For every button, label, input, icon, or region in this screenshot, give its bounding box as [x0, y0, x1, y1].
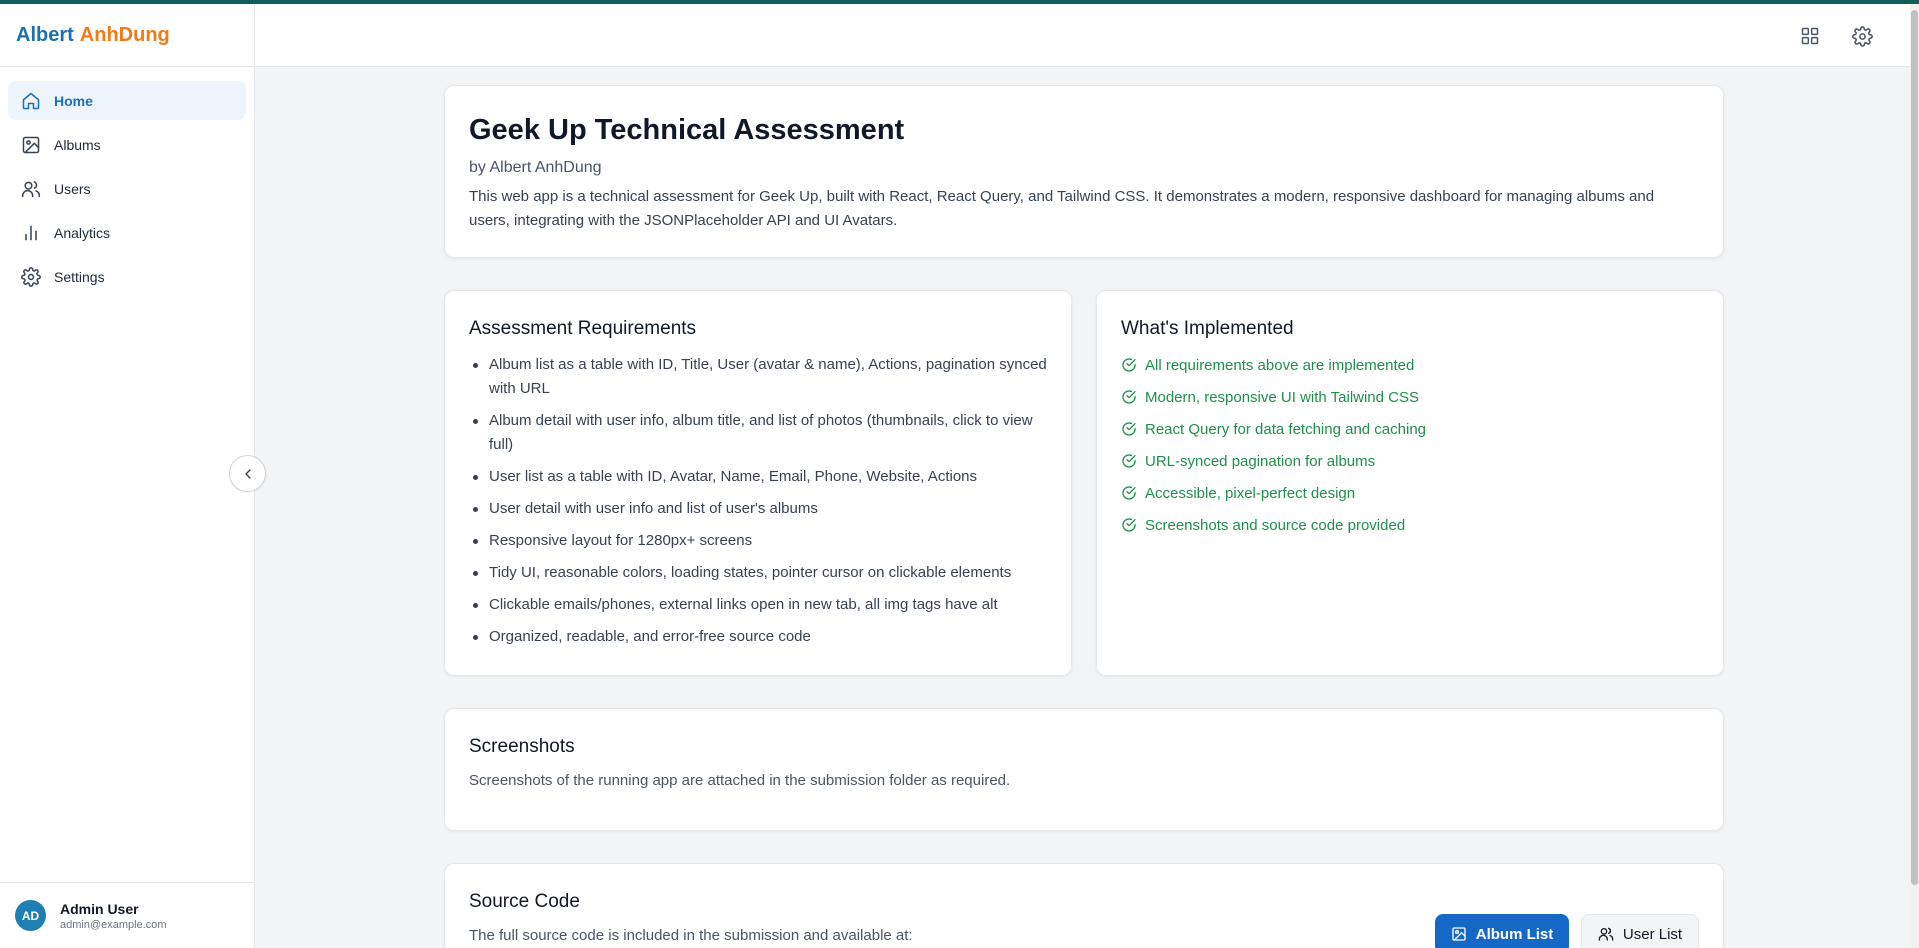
- brand-second: AnhDung: [79, 23, 170, 46]
- screenshots-card: Screenshots Screenshots of the running a…: [444, 708, 1724, 831]
- list-item-text: Modern, responsive UI with Tailwind CSS: [1145, 388, 1420, 406]
- list-item: User detail with user info and list of u…: [469, 497, 1047, 521]
- sidebar: Albert AnhDung Home Albums Users Analyti…: [0, 4, 255, 948]
- implemented-title: What's Implemented: [1121, 318, 1294, 339]
- sidebar-item-label: Home: [54, 92, 93, 109]
- sidebar-item-label: Settings: [54, 268, 105, 285]
- users-icon: [20, 178, 42, 200]
- screenshots-text: Screenshots of the running app are attac…: [469, 772, 1011, 789]
- album-list-button[interactable]: Album List: [1435, 914, 1569, 948]
- sidebar-item-users[interactable]: Users: [8, 169, 246, 208]
- requirements-title: Assessment Requirements: [469, 318, 697, 339]
- grid-icon[interactable]: [1797, 23, 1823, 49]
- check-circle-icon: [1121, 357, 1137, 373]
- list-item: Clickable emails/phones, external links …: [469, 593, 1047, 617]
- screenshots-title: Screenshots: [469, 736, 575, 757]
- user-list-label: User List: [1622, 925, 1683, 943]
- image-icon: [1451, 926, 1476, 942]
- sidebar-item-analytics[interactable]: Analytics: [8, 213, 246, 252]
- list-item: Responsive layout for 1280px+ screens: [469, 529, 1047, 553]
- collapse-sidebar-button[interactable]: [229, 455, 266, 492]
- list-item-text: Accessible, pixel-perfect design: [1145, 484, 1356, 502]
- bar-chart-icon: [20, 222, 42, 244]
- user-list-button[interactable]: User List: [1581, 914, 1699, 948]
- author-byline: by Albert AnhDung: [469, 159, 602, 176]
- implemented-card: What's Implemented All requirements abov…: [1096, 290, 1724, 676]
- sidebar-item-label: Users: [54, 180, 91, 197]
- list-item-text: URL-synced pagination for albums: [1145, 452, 1376, 470]
- intro-description: This web app is a technical assessment f…: [469, 188, 1655, 229]
- scrollbar-thumb[interactable]: [1911, 10, 1918, 885]
- sidebar-item-albums[interactable]: Albums: [8, 125, 246, 164]
- brand-first: Albert: [16, 23, 74, 46]
- list-item: Tidy UI, reasonable colors, loading stat…: [469, 561, 1047, 585]
- avatar: AD: [15, 900, 46, 931]
- list-item-text: All requirements above are implemented: [1145, 356, 1415, 374]
- check-circle-icon: [1121, 517, 1137, 533]
- list-item: URL-synced pagination for albums: [1121, 450, 1699, 472]
- sidebar-item-home[interactable]: Home: [8, 81, 246, 120]
- list-item: React Query for data fetching and cachin…: [1121, 418, 1699, 440]
- brand-logo[interactable]: Albert AnhDung: [0, 4, 254, 67]
- image-icon: [20, 134, 42, 156]
- user-email: admin@example.com: [60, 918, 167, 931]
- user-name: Admin User: [60, 900, 139, 917]
- list-item: All requirements above are implemented: [1121, 354, 1699, 376]
- list-item: Organized, readable, and error-free sour…: [469, 625, 1047, 649]
- gear-icon[interactable]: [1849, 23, 1875, 49]
- list-item: Album detail with user info, album title…: [469, 409, 1047, 457]
- list-item-text: Screenshots and source code provided: [1145, 516, 1406, 534]
- list-item: Modern, responsive UI with Tailwind CSS: [1121, 386, 1699, 408]
- source-code-title: Source Code: [469, 891, 580, 912]
- top-header: [255, 4, 1919, 67]
- home-icon: [20, 90, 42, 112]
- chevron-left-icon: [240, 466, 256, 482]
- check-circle-icon: [1121, 421, 1137, 437]
- requirements-list: Album list as a table with ID, Title, Us…: [469, 353, 1047, 649]
- users-icon: [1598, 926, 1623, 942]
- scrollbar[interactable]: [1910, 4, 1919, 948]
- list-item: User list as a table with ID, Avatar, Na…: [469, 465, 1047, 489]
- page-title: Geek Up Technical Assessment: [469, 114, 905, 146]
- list-item-text: React Query for data fetching and cachin…: [1145, 420, 1427, 438]
- current-user[interactable]: AD Admin User admin@example.com: [0, 882, 254, 948]
- sidebar-item-label: Analytics: [54, 224, 111, 241]
- sidebar-nav: Home Albums Users Analytics Settings: [0, 67, 254, 296]
- check-circle-icon: [1121, 389, 1137, 405]
- requirements-card: Assessment Requirements Album list as a …: [444, 290, 1072, 676]
- list-item: Screenshots and source code provided: [1121, 514, 1699, 536]
- check-circle-icon: [1121, 485, 1137, 501]
- top-accent-bar: [0, 0, 1919, 4]
- list-item: Album list as a table with ID, Title, Us…: [469, 353, 1047, 401]
- check-circle-icon: [1121, 453, 1137, 469]
- sidebar-item-label: Albums: [54, 136, 101, 153]
- list-item: Accessible, pixel-perfect design: [1121, 482, 1699, 504]
- gear-icon: [20, 266, 42, 288]
- sidebar-item-settings[interactable]: Settings: [8, 257, 246, 296]
- implemented-list: All requirements above are implemented M…: [1121, 354, 1699, 536]
- album-list-label: Album List: [1475, 925, 1554, 943]
- intro-card: Geek Up Technical Assessment by Albert A…: [444, 85, 1724, 258]
